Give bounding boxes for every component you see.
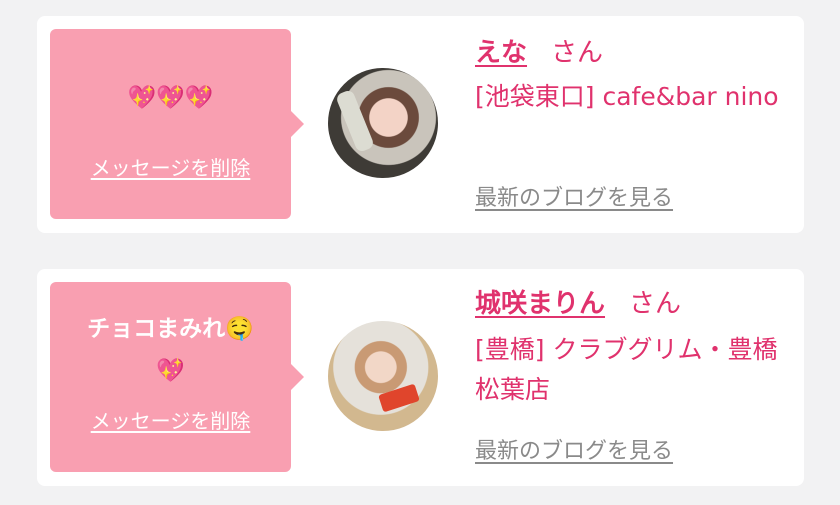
cast-name-link[interactable]: えな [475,38,527,68]
latest-blog-link[interactable]: 最新のブログを見る [475,433,673,465]
cast-name-link[interactable]: 城咲まりん [475,289,605,319]
message-card: チョコまみれ🤤💖 メッセージを削除 城咲まりん さん [豊橋] クラブグリム・豊橋… [37,269,804,486]
message-card: 💖💖💖 メッセージを削除 えな さん [池袋東口] cafe&bar nino 最… [37,16,804,233]
cast-name-row: 城咲まりん さん [475,287,681,321]
honorific: さん [551,38,604,68]
avatar-photo-detail [378,383,420,413]
message-text: 💖💖💖 [127,85,214,111]
delete-message-link[interactable]: メッセージを削除 [50,405,291,434]
avatar-photo-detail [335,88,375,154]
shop-name: [池袋東口] cafe&bar nino [475,82,779,111]
shop-name: [豊橋] クラブグリム・豊橋松葉店 [475,335,778,404]
message-text: チョコまみれ🤤💖 [87,316,254,384]
delete-message-link[interactable]: メッセージを削除 [50,152,291,181]
message-bubble: 💖💖💖 メッセージを削除 [50,29,304,219]
latest-blog-link[interactable]: 最新のブログを見る [475,180,673,212]
honorific: さん [629,289,682,319]
message-bubble: チョコまみれ🤤💖 メッセージを削除 [50,282,304,472]
cast-avatar[interactable] [328,68,438,178]
cast-avatar[interactable] [328,321,438,431]
cast-name-row: えな さん [475,36,603,70]
